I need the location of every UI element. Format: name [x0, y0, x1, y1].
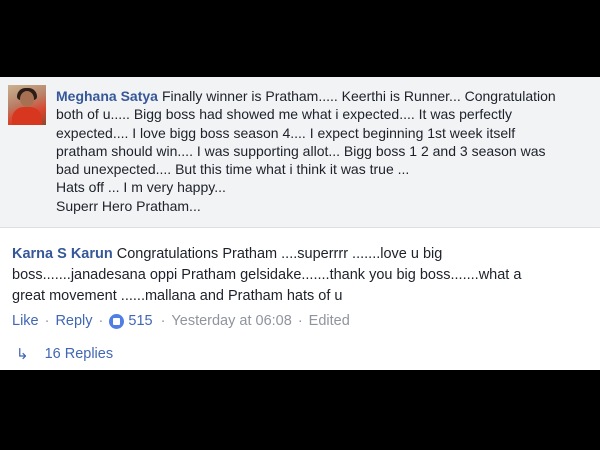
separator-dot: ·	[98, 313, 104, 329]
avatar[interactable]	[8, 85, 46, 125]
author-name[interactable]: Meghana Satya	[56, 88, 158, 104]
comment-line: pratham should win.... I was supporting …	[56, 142, 546, 159]
comment-line: bad unexpected.... But this time what i …	[56, 161, 410, 178]
reply-link[interactable]: Reply	[55, 313, 92, 329]
comment-line: both of u..... Bigg boss had showed me w…	[56, 106, 513, 123]
timestamp[interactable]: Yesterday at 06:08	[171, 313, 291, 329]
view-replies[interactable]: ↳ 16 Replies	[16, 345, 113, 363]
comment-body: Meghana Satya Finally winner is Pratham..…	[56, 87, 596, 215]
comment-line: great movement ......mallana and Pratham…	[12, 288, 343, 304]
comment-line: boss.......janadesana oppi Pratham gelsi…	[12, 267, 522, 283]
comment-line: Congratulations Pratham ....superrrr ...…	[116, 246, 443, 262]
reaction-count[interactable]: 515	[128, 313, 152, 329]
like-link[interactable]: Like	[12, 313, 39, 329]
comment-line: Superr Hero Pratham...	[56, 197, 201, 214]
comment-actions: Like · Reply · 515 · Yesterday at 06:08 …	[12, 313, 350, 329]
reply-arrow-icon: ↳	[16, 346, 29, 363]
comment-line: Finally winner is Pratham..... Keerthi i…	[161, 88, 556, 104]
comments-panel: Meghana Satya Finally winner is Pratham..…	[0, 77, 600, 370]
divider	[0, 227, 600, 228]
author-name[interactable]: Karna S Karun	[12, 246, 113, 262]
comment-line: Hats off ... I m very happy...	[56, 179, 226, 196]
edited-label[interactable]: Edited	[309, 313, 350, 329]
like-reaction-icon[interactable]	[109, 313, 125, 329]
replies-count-label[interactable]: 16 Replies	[45, 346, 114, 362]
comment-karna: Karna S Karun Congratulations Pratham ...…	[12, 244, 596, 307]
separator-dot: ·	[297, 313, 303, 329]
separator-dot: ·	[160, 313, 166, 329]
comment-meghana: Meghana Satya Finally winner is Pratham..…	[0, 77, 600, 227]
comment-line: expected.... I love bigg boss season 4..…	[56, 124, 516, 141]
separator-dot: ·	[44, 313, 50, 329]
